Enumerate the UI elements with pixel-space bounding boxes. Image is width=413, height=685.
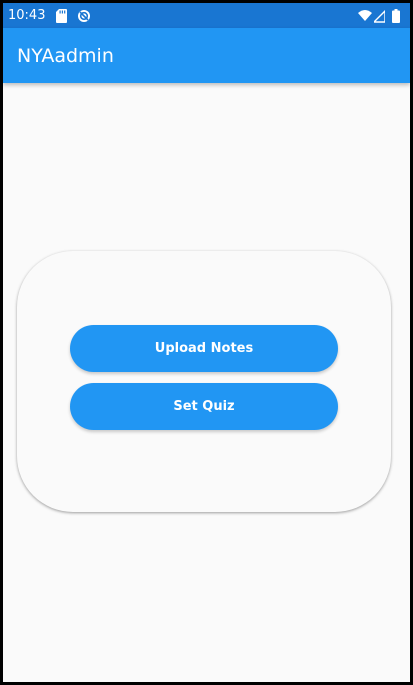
sd-card-icon [56,9,67,23]
status-time: 10:43 [8,8,46,23]
battery-icon [392,9,400,23]
app-title: NYAadmin [17,45,114,67]
actions-card: Upload Notes Set Quiz [17,251,391,512]
upload-notes-button[interactable]: Upload Notes [70,325,338,372]
app-bar: NYAadmin [3,28,410,83]
app-screen: 10:43 NYAadmin Upload Notes Set Quiz [3,3,410,682]
signal-icon [374,10,385,23]
bottom-edge [3,679,410,682]
status-bar: 10:43 [3,3,410,28]
wifi-icon [358,10,372,21]
sync-icon [78,10,90,22]
set-quiz-button[interactable]: Set Quiz [70,383,338,430]
